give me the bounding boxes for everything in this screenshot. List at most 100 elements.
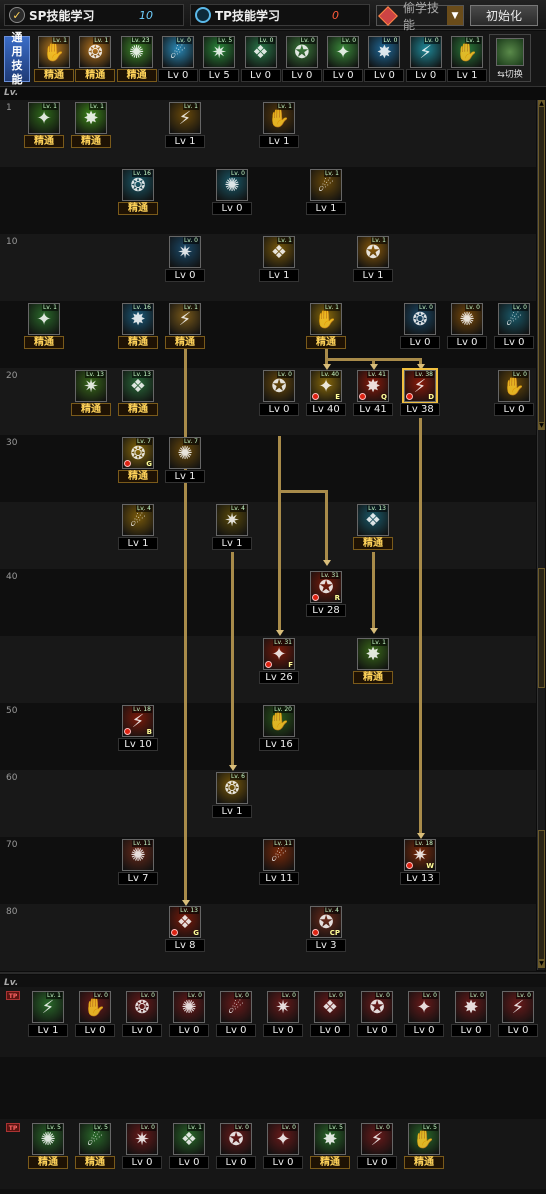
tree-skill-slot[interactable]: ✦ Lv. 31 F Lv 26 [259, 638, 299, 684]
tp-skill-slot[interactable]: ✪ Lv. 0 Lv 0 [216, 1123, 256, 1169]
skill-icon[interactable]: ☄ Lv. 4 [122, 504, 154, 536]
skill-icon[interactable]: ✦ Lv. 1 [28, 102, 60, 134]
skill-icon[interactable]: ☄ Lv. 5 [79, 1123, 111, 1155]
scroll-thumb-bottom[interactable] [538, 830, 545, 960]
skill-icon[interactable]: ✦ Lv. 31 F [263, 638, 295, 670]
skill-icon[interactable]: ✦ Lv. 0 [267, 1123, 299, 1155]
skill-icon[interactable]: ⚡ Lv. 1 [169, 102, 201, 134]
tree-skill-slot[interactable]: ❖ Lv. 13 精通 [118, 370, 158, 416]
tree-skill-slot[interactable]: ✷ Lv. 18 W Lv 13 [400, 839, 440, 885]
skill-icon[interactable]: ❂ Lv. 1 [79, 36, 112, 68]
common-skill-10[interactable]: ⚡ Lv. 0 Lv 0 [405, 36, 446, 82]
skill-icon[interactable]: ⚡ Lv. 0 [409, 36, 442, 68]
tp-skill-slot[interactable]: ✋ Lv. 0 Lv 0 [75, 991, 115, 1037]
skill-icon[interactable]: ☄ Lv. 11 [263, 839, 295, 871]
tp-skill-slot[interactable]: ✦ Lv. 0 Lv 0 [263, 1123, 303, 1169]
tree-skill-slot[interactable]: ✪ Lv. 4 CP Lv 3 [306, 906, 346, 952]
tp-skill-slot[interactable]: ❖ Lv. 1 Lv 0 [169, 1123, 209, 1169]
skill-icon[interactable]: ⚡ Lv. 18 B [122, 705, 154, 737]
tree-skill-slot[interactable]: ☄ Lv. 1 Lv 1 [306, 169, 346, 215]
skill-icon[interactable]: ✸ Lv. 16 [122, 303, 154, 335]
common-skill-6[interactable]: ❖ Lv. 0 Lv 0 [240, 36, 281, 82]
tp-skill-slot[interactable]: ❂ Lv. 0 Lv 0 [122, 991, 162, 1037]
tree-skill-slot[interactable]: ✋ Lv. 20 Lv 16 [259, 705, 299, 751]
tp-skill-slot[interactable]: ✋ Lv. 5 精通 [404, 1123, 444, 1169]
skill-icon[interactable]: ❖ Lv. 13 [357, 504, 389, 536]
chevron-down-icon[interactable]: ▼ [447, 6, 463, 25]
skill-icon[interactable]: ✷ Lv. 13 [75, 370, 107, 402]
skill-icon[interactable]: ✋ Lv. 1 [451, 36, 483, 68]
skill-icon[interactable]: ✷ Lv. 4 [216, 504, 248, 536]
tree-skill-slot[interactable]: ✦ Lv. 1 精通 [24, 303, 64, 349]
common-skill-1[interactable]: ✋ Lv. 1 精通 [34, 36, 74, 82]
tree-skill-slot[interactable]: ✺ Lv. 11 Lv 7 [118, 839, 158, 885]
skill-icon[interactable]: ⚡ Lv. 0 [502, 991, 534, 1023]
tree-skill-slot[interactable]: ⚡ Lv. 18 B Lv 10 [118, 705, 158, 751]
skill-icon[interactable]: ✺ Lv. 0 [173, 991, 205, 1023]
tree-skill-slot[interactable]: ✸ Lv. 1 精通 [353, 638, 393, 684]
tree-skill-slot[interactable]: ✸ Lv. 1 精通 [71, 102, 111, 148]
skill-icon[interactable]: ❖ Lv. 0 [244, 36, 277, 68]
tree-skill-slot[interactable]: ❂ Lv. 7 G 精通 [118, 437, 158, 483]
common-skill-11[interactable]: ✋ Lv. 1 Lv 1 [447, 36, 487, 82]
skill-icon[interactable]: ✷ Lv. 0 [169, 236, 201, 268]
skill-icon[interactable]: ✋ Lv. 0 [498, 370, 530, 402]
skill-icon[interactable]: ☄ Lv. 1 [310, 169, 342, 201]
skill-icon[interactable]: ✪ Lv. 0 [220, 1123, 252, 1155]
skill-icon[interactable]: ✦ Lv. 1 [28, 303, 60, 335]
tree-skill-slot[interactable]: ✺ Lv. 0 Lv 0 [447, 303, 487, 349]
skill-icon[interactable]: ✦ Lv. 0 [327, 36, 360, 68]
skill-icon[interactable]: ⚡ Lv. 1 [169, 303, 201, 335]
skill-icon[interactable]: ✺ Lv. 11 [122, 839, 154, 871]
skill-icon[interactable]: ✋ Lv. 0 [79, 991, 111, 1023]
skill-icon[interactable]: ✦ Lv. 40 E [310, 370, 342, 402]
skill-icon[interactable]: ✪ Lv. 31 R [310, 571, 342, 603]
common-skill-4[interactable]: ☄ Lv. 0 Lv 0 [157, 36, 198, 82]
tp-skill-slot[interactable]: ✺ Lv. 0 Lv 0 [169, 991, 209, 1037]
tree-skill-slot[interactable]: ⚡ Lv. 1 Lv 1 [165, 102, 205, 148]
tree-skill-slot[interactable]: ✺ Lv. 7 Lv 1 [165, 437, 205, 483]
common-skill-5[interactable]: ✷ Lv. 5 Lv 5 [199, 36, 240, 82]
skill-icon[interactable]: ✪ Lv. 0 [263, 370, 295, 402]
tree-skill-slot[interactable]: ✦ Lv. 40 E Lv 40 [306, 370, 346, 416]
skill-icon[interactable]: ✷ Lv. 0 [126, 1123, 158, 1155]
scroll-thumb-upper[interactable] [538, 106, 545, 426]
skill-icon[interactable]: ✸ Lv. 0 [455, 991, 487, 1023]
common-skill-8[interactable]: ✦ Lv. 0 Lv 0 [323, 36, 364, 82]
skill-icon[interactable]: ✸ Lv. 1 [357, 638, 389, 670]
tree-skill-slot[interactable]: ⚡ Lv. 1 精通 [165, 303, 205, 349]
skill-icon[interactable]: ✪ Lv. 0 [361, 991, 393, 1023]
skill-icon[interactable]: ✷ Lv. 18 W [404, 839, 436, 871]
tree-skill-slot[interactable]: ✋ Lv. 0 Lv 0 [494, 370, 534, 416]
tree-skill-slot[interactable]: ❖ Lv. 13 G Lv 8 [165, 906, 205, 952]
tree-skill-slot[interactable]: ❖ Lv. 1 Lv 1 [259, 236, 299, 282]
common-skill-7[interactable]: ✪ Lv. 0 Lv 0 [281, 36, 322, 82]
scroll-thumb-lower[interactable] [538, 568, 545, 688]
skill-icon[interactable]: ✋ Lv. 1 [38, 36, 70, 68]
tree-skill-slot[interactable]: ✸ Lv. 41 Q Lv 41 [353, 370, 393, 416]
tp-skill-slot[interactable]: ✦ Lv. 0 Lv 0 [404, 991, 444, 1037]
skill-icon[interactable]: ⚡ Lv. 38 D [402, 368, 438, 404]
skill-icon[interactable]: ❖ Lv. 1 [173, 1123, 205, 1155]
skill-icon[interactable]: ✸ Lv. 0 [368, 36, 401, 68]
tp-skill-slot[interactable]: ✷ Lv. 0 Lv 0 [263, 991, 303, 1037]
tree-skill-slot[interactable]: ❂ Lv. 16 精通 [118, 169, 158, 215]
skill-icon[interactable]: ✸ Lv. 1 [75, 102, 107, 134]
tp-skill-slot[interactable]: ❖ Lv. 0 Lv 0 [310, 991, 350, 1037]
skill-icon[interactable]: ❂ Lv. 16 [122, 169, 154, 201]
scroll-mid-icon[interactable]: ▼ [538, 422, 545, 430]
tree-skill-slot[interactable]: ❖ Lv. 13 精通 [353, 504, 393, 550]
tp-skill-slot[interactable]: ✷ Lv. 0 Lv 0 [122, 1123, 162, 1169]
tree-skill-slot[interactable]: ✷ Lv. 13 精通 [71, 370, 111, 416]
tp-skill-slot[interactable]: ☄ Lv. 0 Lv 0 [216, 991, 256, 1037]
skill-icon[interactable]: ✸ Lv. 5 [314, 1123, 346, 1155]
tree-skill-slot[interactable]: ✦ Lv. 1 精通 [24, 102, 64, 148]
skill-icon[interactable]: ✪ Lv. 0 [285, 36, 318, 68]
tree-skill-slot[interactable]: ✪ Lv. 0 Lv 0 [259, 370, 299, 416]
tree-skill-slot[interactable]: ⚡ Lv. 38 D Lv 38 [400, 368, 440, 416]
reset-button[interactable]: 初始化 [470, 5, 538, 26]
tree-skill-slot[interactable]: ❂ Lv. 6 Lv 1 [212, 772, 252, 818]
skill-icon[interactable]: ✋ Lv. 1 [263, 102, 295, 134]
tree-skill-slot[interactable]: ✋ Lv. 1 精通 [306, 303, 346, 349]
tree-skill-slot[interactable]: ✷ Lv. 0 Lv 0 [165, 236, 205, 282]
